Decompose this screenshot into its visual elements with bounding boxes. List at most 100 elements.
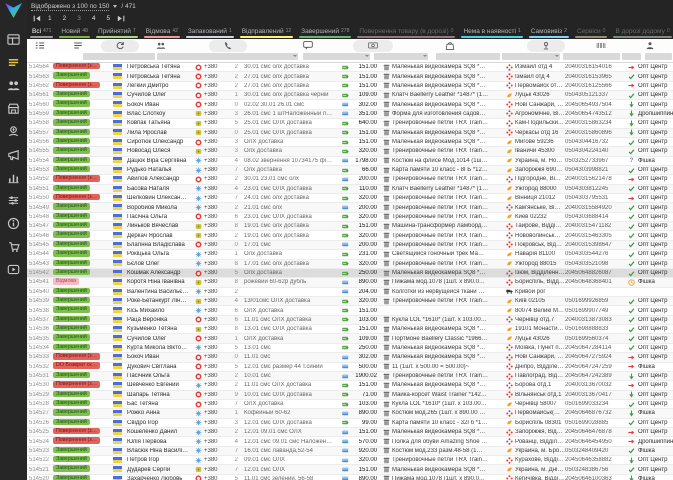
company-name: Опт Центр (638, 307, 668, 314)
table-row[interactable]: 514520 Завершений Захарченко Любовь +380 5 11… (27, 474, 673, 480)
location-column[interactable] (527, 40, 565, 52)
table-row[interactable]: 514550 Повернення (з… Шелковин Олексан… +38… (27, 194, 673, 204)
table-row[interactable]: 514549 Завершений Воробйов Микола +380 2 21.0… (27, 203, 673, 213)
table-row[interactable]: 514525 Повернення (з… Кошеленко Данил +380 2… (27, 428, 673, 438)
tracking-column[interactable] (591, 40, 611, 52)
status-tab[interactable]: Відправлений 12 (237, 24, 296, 39)
table-row[interactable]: 514533 Повернення (з… Бокоч Иван +380 0 11.01… (27, 353, 673, 363)
sidebar-item-orders[interactable] (0, 53, 27, 76)
product-box-icon (383, 139, 392, 146)
sidebar-item-info[interactable] (0, 214, 27, 237)
table-row[interactable]: 514558 Завершений Ковпак Татьяна +380 5 25.01… (27, 119, 673, 129)
product-box-icon (383, 391, 392, 398)
table-row[interactable]: 514555 Завершений Новосад Олеся +380 3 Олх до… (27, 147, 673, 157)
table-row[interactable]: 514537 Завершений Раца Вероніка +380 6 11.01 … (27, 315, 673, 326)
table-row[interactable]: 514545 Завершений Благінна Владіслава +380 0… (27, 240, 673, 251)
payment-column[interactable] (353, 40, 393, 52)
sidebar-item-settings[interactable] (0, 191, 27, 214)
status-tab[interactable]: Нема в наявності 1 (458, 24, 525, 39)
table-row[interactable]: 514529 Завершений Шапарь Тетяна +380 9 10.01 … (27, 390, 673, 400)
column-filter-input[interactable] (645, 53, 672, 60)
table-row[interactable]: 514538 Завершений Кісь Михайло +380 6 ОЛХ дос… (27, 306, 673, 316)
client-name: Линьков Вячеслав (127, 223, 179, 230)
table-row[interactable]: 514534 Завершений Курта Микола Вікто… +380 5… (27, 343, 673, 354)
table-row[interactable]: 514556 Завершений Сиротюк Олександр +380 3 ОЛ… (27, 137, 673, 148)
sidebar-item-statistics[interactable] (0, 168, 27, 191)
order-id-column[interactable] (31, 40, 49, 52)
column-filter-input[interactable] (303, 53, 370, 60)
table-row[interactable]: 514546 Завершений Деркач Ярослав +380 2 19.01… (27, 231, 673, 241)
status-tab[interactable]: В дорозі додому 0 (610, 24, 673, 39)
table-row[interactable]: 514553 Завершений Рудько Наталья +380 7 Олх д… (27, 165, 673, 176)
table-row[interactable]: 514548 Завершений Пасічна Ольга +380 6 23.01 … (27, 212, 673, 223)
table-row[interactable]: 514527 Завершений Рожко Анна +380 1 Кофейный … (27, 409, 673, 419)
table-row[interactable]: 514562 Повернення (з… Легкий Дмитро +380 2 27… (27, 81, 673, 92)
tracking-number: 20400315621478 (565, 176, 612, 183)
column-filter-input[interactable] (622, 53, 641, 60)
column-filter-input[interactable] (374, 53, 428, 60)
sidebar-item-video-tutorials[interactable] (0, 260, 27, 283)
sidebar-item-marketing[interactable] (0, 145, 27, 168)
table-row[interactable]: 514523 Завершений Власюк Ніна Василі… +380 7… (27, 446, 673, 457)
snow-source-icon (195, 419, 204, 426)
table-row[interactable]: 514542 Завершений Кошмак Александр +380 5 Олх… (27, 268, 673, 279)
go-first-icon[interactable] (33, 15, 41, 22)
column-filter-input[interactable] (83, 53, 155, 60)
table-row[interactable]: 514536 Завершений Кузьменко Тетяна +380 8 13.… (27, 325, 673, 335)
client-column[interactable] (151, 40, 171, 52)
table-row[interactable]: 514530 Повернення (з… Шевченко Евгений +380… (27, 381, 673, 391)
column-filter-input[interactable] (563, 53, 620, 60)
table-row[interactable]: 514543 Завершений Бєлов Олег +380 8 17.01 смс… (27, 259, 673, 269)
page-number-5[interactable]: 5 (107, 15, 111, 22)
table-row[interactable]: 514561 Завершений Сучилов Олег +380 1 30.01 с… (27, 91, 673, 101)
table-row[interactable]: 514564 Повернення (з… Петровська Тетяна +38… (27, 63, 673, 73)
table-row[interactable]: 514532 DO Возврат ск… Дукович Світлана +380… (27, 362, 673, 372)
product-column[interactable] (441, 40, 459, 52)
message-count: 4 (234, 185, 238, 192)
column-filter-input[interactable] (502, 53, 560, 60)
table-row[interactable]: 514535 Завершений Сучилов Олег +380 1 ОЛХ дос… (27, 334, 673, 344)
page-number-2[interactable]: 2 (63, 15, 67, 22)
table-row[interactable]: 514531 Завершений Пасічник Ольга +380 2 10.01… (27, 371, 673, 382)
table-row[interactable]: 514547 Завершений Линьков Вячеслав +380 8 19.… (27, 222, 673, 232)
table-row[interactable]: 514560 Завершений Бокоч Иван +380 0 02.02 30.… (27, 100, 673, 110)
table-row[interactable]: 514540 Завершений Валентина Васильє… +380 2 2… (27, 287, 673, 297)
snow-source-icon (195, 288, 204, 295)
comment-column[interactable] (299, 40, 317, 52)
source-column[interactable] (641, 40, 659, 52)
sidebar-item-payouts[interactable] (0, 122, 27, 145)
manager-column[interactable] (101, 40, 139, 52)
table-row[interactable]: 514554 Завершений Дацюк Віра Сергіївна +380… (27, 156, 673, 166)
status-column[interactable] (69, 40, 87, 52)
product-box-icon (383, 185, 392, 192)
tracking-number: 0504303544276 (565, 251, 609, 258)
sidebar-item-clients[interactable] (0, 76, 27, 99)
table-row[interactable]: 514541 Відмова Коротя Ніна Іванівна +380 8 ро… (27, 278, 673, 288)
column-filter-input[interactable] (157, 53, 298, 60)
page-number-3[interactable]: 3 (77, 15, 81, 22)
table-row[interactable]: 514557 Завершений Лила Ярослав +380 0 25.01 с… (27, 128, 673, 138)
table-row[interactable]: 514521 Завершений Дударев Сергій +380 7 12.01… (27, 465, 673, 475)
table-row[interactable]: 514528 Завершений Бас Тетяна +380 7 ОЛХ доста… (27, 399, 673, 410)
table-row[interactable]: 514524 Повернення (з… Юлія Первова +380 4 12.… (27, 437, 673, 447)
sidebar-item-sales[interactable] (0, 237, 27, 260)
table-row[interactable]: 514552 Повернення (з… Авилов Александр +380… (27, 175, 673, 185)
table-row[interactable]: 514539 Завершений Роке-Бетанкурт Лін… +380 4… (27, 296, 673, 307)
app-logo-icon[interactable] (4, 2, 23, 19)
table-row[interactable]: 514563 Завершений Петровська Тетяна +380 2 27… (27, 72, 673, 82)
message-count: 0 (234, 242, 238, 248)
sidebar-item-store[interactable] (0, 99, 27, 122)
column-filter-input[interactable] (436, 53, 500, 60)
sidebar-item-dashboard[interactable] (0, 30, 27, 53)
table-row[interactable]: 514551 Завершений Басова Наталя +380 4 23.01 … (27, 184, 673, 195)
page-number-1[interactable]: 1 (48, 15, 52, 22)
table-row[interactable]: 514544 Завершений Рокіцька Ольга +380 1 Олх д… (27, 250, 673, 260)
table-row[interactable]: 514522 Завершений Петров Ігор +380 2 09.01 см… (27, 456, 673, 466)
page-number-4[interactable]: 4 (92, 15, 96, 22)
product-name: Тренировочные петли TRX Train… (392, 232, 488, 239)
page-size-dropdown-icon[interactable] (113, 5, 118, 8)
table-row[interactable]: 514526 Завершений Свідро Ігор +380 3 12.01 см… (27, 418, 673, 429)
table-row[interactable]: 514559 Завершений Влас Слоткоу +380 3 26.01 с… (27, 109, 673, 120)
go-last-icon[interactable] (117, 15, 125, 22)
phone-column[interactable] (209, 40, 247, 52)
